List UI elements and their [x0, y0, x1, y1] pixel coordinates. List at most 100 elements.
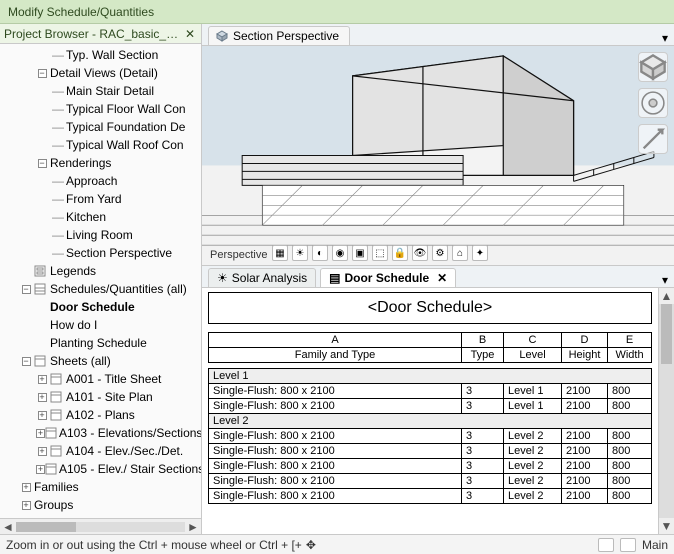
- table-row[interactable]: Single-Flush: 800 x 21003Level 12100800: [209, 399, 652, 414]
- project-browser-close-icon[interactable]: ✕: [183, 27, 197, 41]
- tree-item[interactable]: +A104 - Elev./Sec./Det.: [0, 442, 201, 460]
- table-cell[interactable]: 800: [608, 459, 652, 474]
- project-browser-tree[interactable]: —Typ. Wall Section−Detail Views (Detail)…: [0, 44, 201, 518]
- table-row[interactable]: Single-Flush: 800 x 21003Level 22100800: [209, 444, 652, 459]
- table-row[interactable]: Single-Flush: 800 x 21003Level 22100800: [209, 489, 652, 504]
- tree-item[interactable]: —From Yard: [0, 190, 201, 208]
- vscroll-thumb[interactable]: [661, 304, 672, 364]
- vcb-sun-icon[interactable]: ☀: [292, 245, 308, 261]
- table-cell[interactable]: 2100: [562, 459, 608, 474]
- vcb-crop-icon[interactable]: ▣: [352, 245, 368, 261]
- tree-item[interactable]: −Schedules/Quantities (all): [0, 280, 201, 298]
- col-letter[interactable]: B: [462, 333, 504, 348]
- status-select-icon[interactable]: [598, 538, 614, 552]
- view-cube-icon[interactable]: [638, 52, 668, 82]
- vcb-render-icon[interactable]: ◉: [332, 245, 348, 261]
- col-header[interactable]: Width: [608, 348, 652, 363]
- vcb-lock-icon[interactable]: 🔒: [392, 245, 408, 261]
- tree-hscrollbar[interactable]: ◄ ►: [0, 518, 201, 534]
- scroll-track[interactable]: [16, 522, 185, 532]
- table-cell[interactable]: Single-Flush: 800 x 2100: [209, 384, 462, 399]
- table-cell[interactable]: 800: [608, 384, 652, 399]
- tree-item[interactable]: +A105 - Elev./ Stair Sections: [0, 460, 201, 478]
- col-letter[interactable]: C: [504, 333, 562, 348]
- table-row[interactable]: Single-Flush: 800 x 21003Level 22100800: [209, 429, 652, 444]
- col-letter[interactable]: A: [209, 333, 462, 348]
- table-row[interactable]: Single-Flush: 800 x 21003Level 12100800: [209, 384, 652, 399]
- schedule-table[interactable]: ABCDEFamily and TypeTypeLevelHeightWidth…: [208, 332, 652, 504]
- table-cell[interactable]: 3: [462, 444, 504, 459]
- tree-item[interactable]: Legends: [0, 262, 201, 280]
- col-header[interactable]: Type: [462, 348, 504, 363]
- table-cell[interactable]: 3: [462, 459, 504, 474]
- table-cell[interactable]: 3: [462, 399, 504, 414]
- table-cell[interactable]: 2100: [562, 384, 608, 399]
- tree-item[interactable]: —Typical Wall Roof Con: [0, 136, 201, 154]
- tree-item[interactable]: +A103 - Elevations/Sections: [0, 424, 201, 442]
- table-cell[interactable]: Level 2: [504, 429, 562, 444]
- schedule-scroll[interactable]: <Door Schedule> ABCDEFamily and TypeType…: [202, 288, 658, 534]
- view-tab-dropdown-icon[interactable]: ▾: [656, 31, 674, 45]
- col-letter[interactable]: E: [608, 333, 652, 348]
- tree-item[interactable]: Planting Schedule: [0, 334, 201, 352]
- tree-item[interactable]: —Typical Foundation De: [0, 118, 201, 136]
- tab-close-icon[interactable]: ✕: [437, 271, 447, 285]
- tree-item[interactable]: +A101 - Site Plan: [0, 388, 201, 406]
- table-cell[interactable]: Level 2: [504, 459, 562, 474]
- tree-item[interactable]: —Typ. Wall Section: [0, 46, 201, 64]
- table-cell[interactable]: 800: [608, 444, 652, 459]
- table-cell[interactable]: 2100: [562, 429, 608, 444]
- tree-item[interactable]: +A102 - Plans: [0, 406, 201, 424]
- tree-item[interactable]: —Section Perspective: [0, 244, 201, 262]
- table-cell[interactable]: 800: [608, 399, 652, 414]
- tree-item[interactable]: −Renderings: [0, 154, 201, 172]
- table-row[interactable]: Single-Flush: 800 x 21003Level 22100800: [209, 474, 652, 489]
- tree-item[interactable]: —Living Room: [0, 226, 201, 244]
- status-filter-icon[interactable]: [620, 538, 636, 552]
- table-cell[interactable]: Level 2: [504, 444, 562, 459]
- table-cell[interactable]: Level 2: [504, 489, 562, 504]
- scroll-right-icon[interactable]: ►: [185, 520, 201, 534]
- table-cell[interactable]: Single-Flush: 800 x 2100: [209, 459, 462, 474]
- table-cell[interactable]: 800: [608, 429, 652, 444]
- table-cell[interactable]: Single-Flush: 800 x 2100: [209, 429, 462, 444]
- tree-item[interactable]: −Sheets (all): [0, 352, 201, 370]
- tree-item[interactable]: —Approach: [0, 172, 201, 190]
- tree-item[interactable]: −Detail Views (Detail): [0, 64, 201, 82]
- table-cell[interactable]: 2100: [562, 444, 608, 459]
- col-header[interactable]: Level: [504, 348, 562, 363]
- tree-item[interactable]: +A001 - Title Sheet: [0, 370, 201, 388]
- tree-item[interactable]: Door Schedule: [0, 298, 201, 316]
- tree-item[interactable]: +Groups: [0, 496, 201, 514]
- scroll-up-icon[interactable]: ▲: [659, 288, 674, 304]
- nav-arrow-icon[interactable]: [638, 124, 668, 154]
- tree-item[interactable]: —Main Stair Detail: [0, 82, 201, 100]
- scroll-left-icon[interactable]: ◄: [0, 520, 16, 534]
- table-cell[interactable]: Level 1: [504, 384, 562, 399]
- tree-item[interactable]: —Kitchen: [0, 208, 201, 226]
- vcb-analytical-icon[interactable]: ⌂: [452, 245, 468, 261]
- schedule-title[interactable]: <Door Schedule>: [208, 292, 652, 324]
- table-cell[interactable]: Single-Flush: 800 x 2100: [209, 444, 462, 459]
- table-cell[interactable]: 2100: [562, 474, 608, 489]
- scroll-thumb[interactable]: [16, 522, 76, 532]
- table-cell[interactable]: 800: [608, 489, 652, 504]
- tree-item[interactable]: —Typical Floor Wall Con: [0, 100, 201, 118]
- scroll-down-icon[interactable]: ▼: [659, 518, 674, 534]
- table-cell[interactable]: Level 2: [504, 474, 562, 489]
- vcb-highlight-icon[interactable]: ✦: [472, 245, 488, 261]
- table-cell[interactable]: Level 1: [504, 399, 562, 414]
- table-cell[interactable]: 3: [462, 474, 504, 489]
- table-cell[interactable]: 3: [462, 429, 504, 444]
- tab-solar-analysis[interactable]: ☀ Solar Analysis: [208, 268, 316, 287]
- vcb-reveal-icon[interactable]: ⚙: [432, 245, 448, 261]
- table-row[interactable]: Single-Flush: 800 x 21003Level 22100800: [209, 459, 652, 474]
- vcb-temp-hide-icon[interactable]: 👁: [412, 245, 428, 261]
- vscroll-track[interactable]: [659, 304, 674, 518]
- table-group-row[interactable]: Level 1: [209, 369, 652, 384]
- steering-wheel-icon[interactable]: [638, 88, 668, 118]
- table-cell[interactable]: 2100: [562, 399, 608, 414]
- schedule-vscrollbar[interactable]: ▲ ▼: [658, 288, 674, 534]
- col-letter[interactable]: D: [562, 333, 608, 348]
- tab-door-schedule[interactable]: ▤ Door Schedule ✕: [320, 268, 456, 287]
